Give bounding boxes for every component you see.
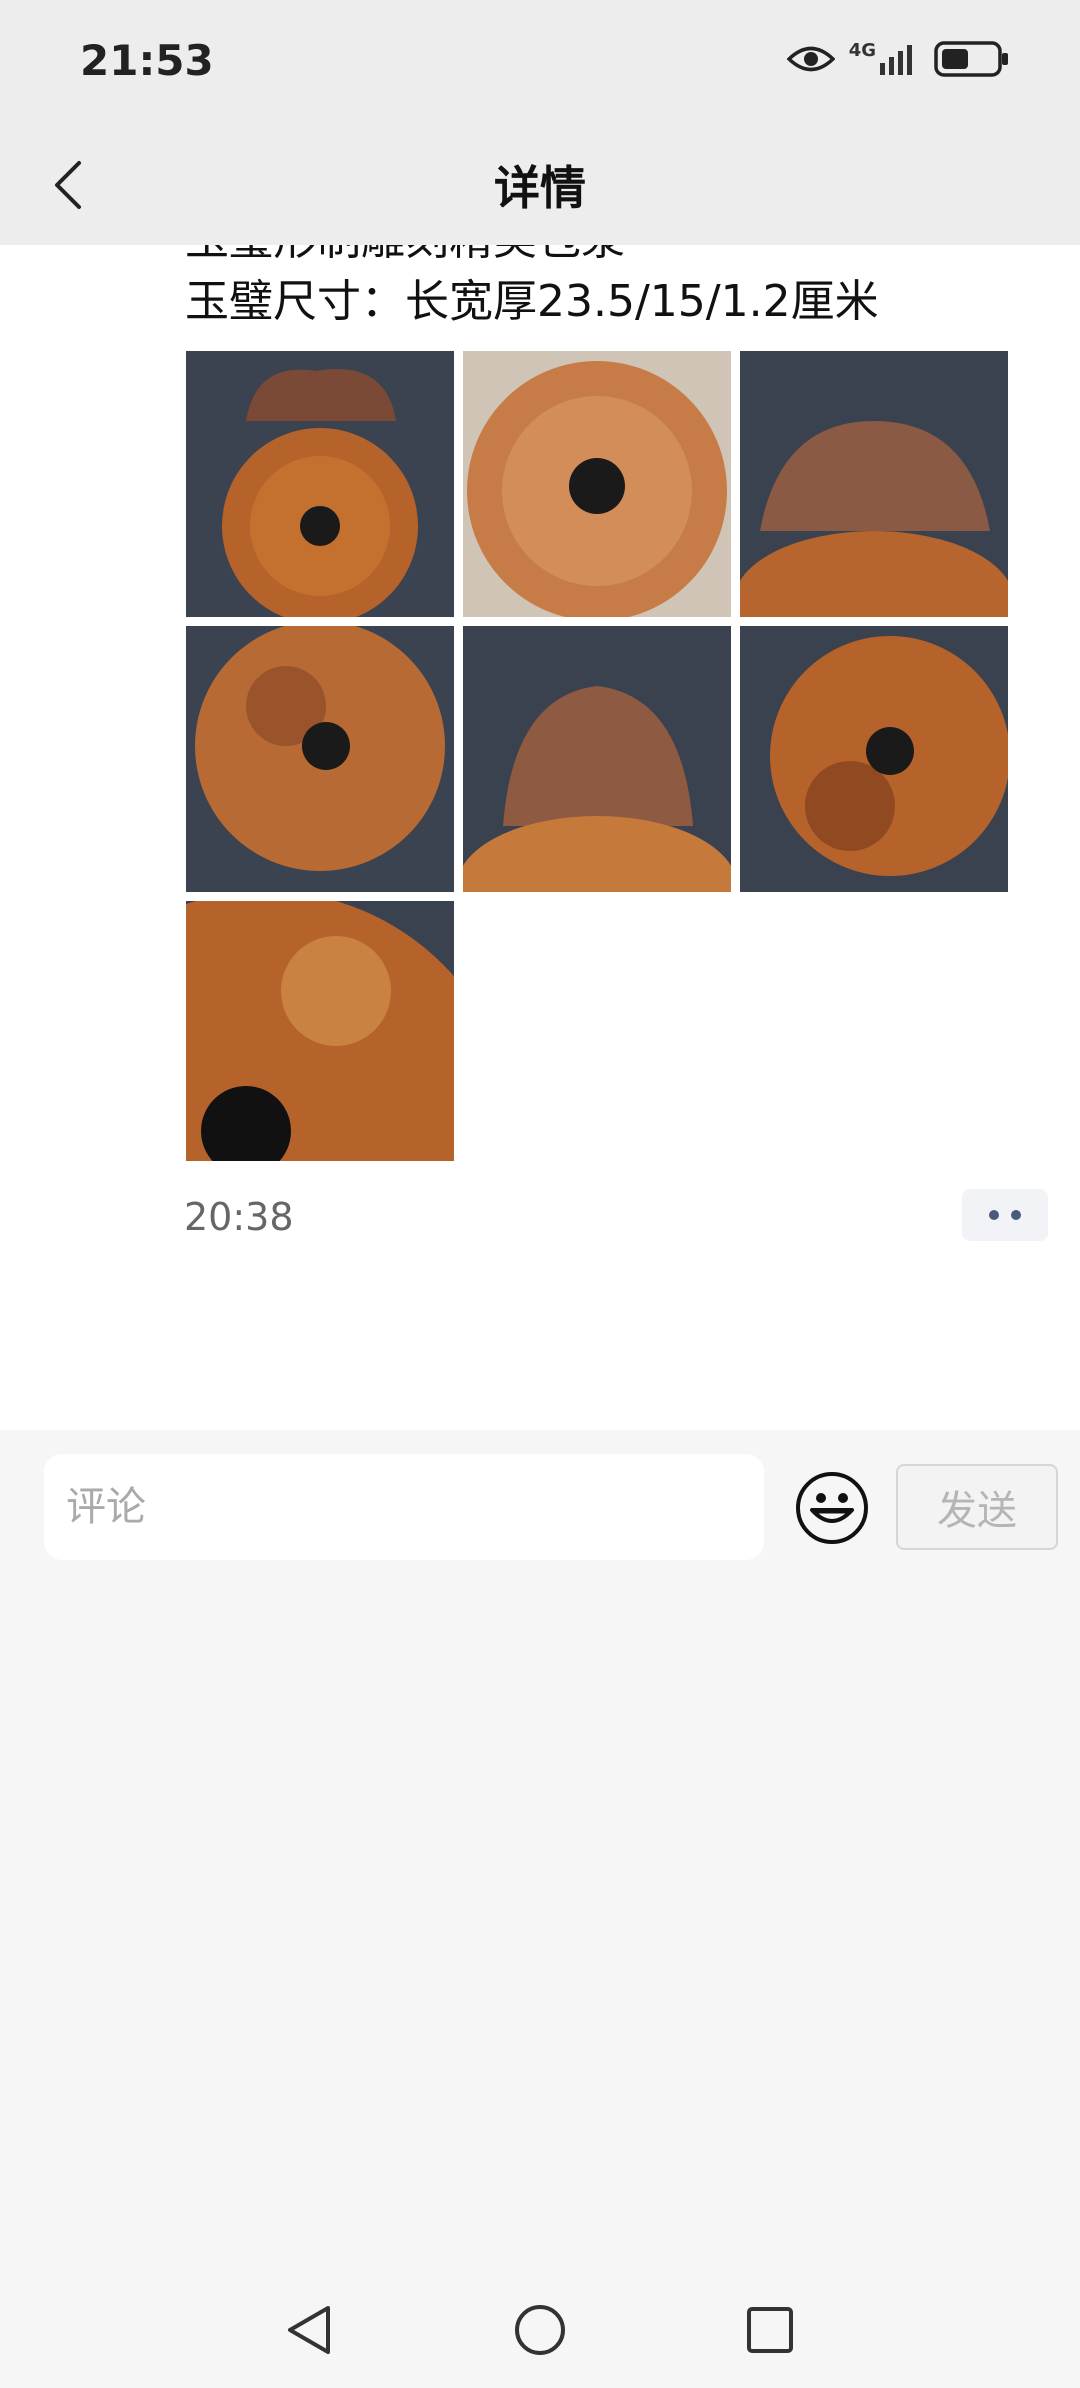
jade-image-graphic: [186, 626, 454, 892]
emoji-button[interactable]: [794, 1470, 870, 1546]
post-description: 玉璧尺寸：长宽厚23.5/15/1.2厘米: [185, 276, 879, 327]
eye-icon: [786, 46, 835, 72]
jade-image-graphic: [186, 901, 454, 1161]
jade-image-graphic: [740, 626, 1008, 892]
more-actions-button[interactable]: [962, 1189, 1048, 1241]
more-dot-icon: [1011, 1210, 1021, 1220]
post-image[interactable]: [463, 626, 731, 892]
post-image[interactable]: [740, 626, 1008, 892]
post-text-partial: 玉璧形制雕刻精美包浆: [185, 245, 625, 267]
send-button[interactable]: 发送: [896, 1464, 1058, 1550]
system-nav-bar: [0, 2270, 1080, 2388]
signal-icon: [880, 45, 912, 75]
post-image[interactable]: [740, 351, 1008, 617]
title-bar: 详情: [0, 130, 1080, 245]
smiley-icon: [796, 1472, 868, 1544]
network-type-label: 4G: [848, 39, 876, 61]
comment-input[interactable]: [44, 1454, 764, 1560]
page-title: 详情: [494, 161, 586, 215]
nav-home-icon[interactable]: [510, 2300, 570, 2360]
post-image[interactable]: [186, 901, 454, 1161]
status-bar: 21:53 4G: [0, 0, 1080, 130]
post-image[interactable]: [186, 351, 454, 617]
jade-image-graphic: [463, 626, 731, 892]
comment-bar: 发送: [0, 1430, 1080, 1580]
status-time: 21:53: [80, 36, 214, 85]
nav-recents-icon[interactable]: [740, 2300, 800, 2360]
nav-back-icon[interactable]: [280, 2300, 340, 2360]
post-image[interactable]: [186, 626, 454, 892]
jade-image-graphic: [740, 351, 1008, 617]
battery-icon: [934, 41, 1008, 77]
status-icons: 4G: [786, 39, 1010, 78]
jade-image-graphic: [463, 351, 731, 617]
post-content: 玉璧形制雕刻精美包浆 玉璧尺寸：长宽厚23.5/15/1.2厘米: [0, 245, 1080, 1430]
more-dot-icon: [989, 1210, 999, 1220]
post-image[interactable]: [463, 351, 731, 617]
jade-image-graphic: [186, 351, 454, 617]
post-time: 20:38: [184, 1195, 294, 1239]
